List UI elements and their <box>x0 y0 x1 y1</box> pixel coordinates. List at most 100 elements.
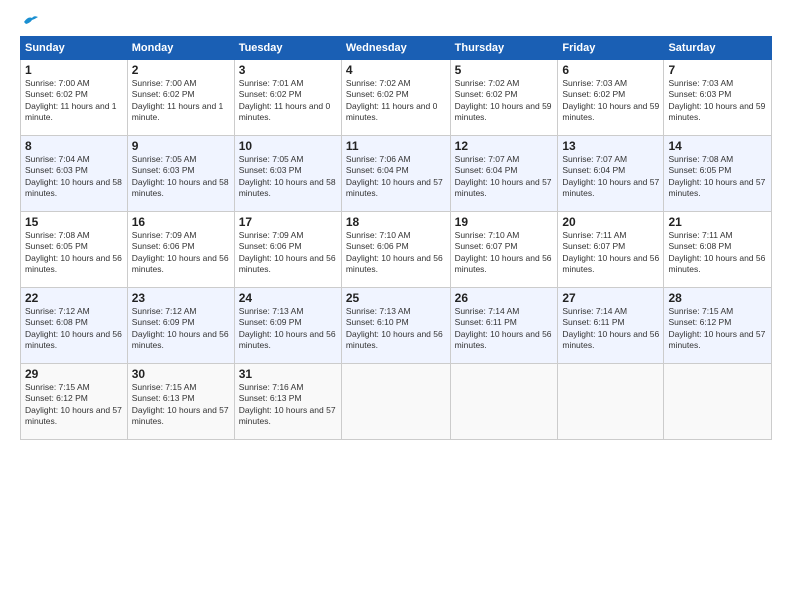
table-row: 8 Sunrise: 7:04 AM Sunset: 6:03 PM Dayli… <box>21 136 128 212</box>
day-number: 16 <box>132 215 230 229</box>
table-row: 9 Sunrise: 7:05 AM Sunset: 6:03 PM Dayli… <box>127 136 234 212</box>
day-number: 18 <box>346 215 446 229</box>
day-number: 14 <box>668 139 767 153</box>
day-number: 22 <box>25 291 123 305</box>
day-number: 4 <box>346 63 446 77</box>
table-row: 10 Sunrise: 7:05 AM Sunset: 6:03 PM Dayl… <box>234 136 341 212</box>
calendar-week-row: 22 Sunrise: 7:12 AM Sunset: 6:08 PM Dayl… <box>21 288 772 364</box>
day-number: 30 <box>132 367 230 381</box>
calendar-table: Sunday Monday Tuesday Wednesday Thursday… <box>20 36 772 440</box>
table-row: 14 Sunrise: 7:08 AM Sunset: 6:05 PM Dayl… <box>664 136 772 212</box>
table-row: 20 Sunrise: 7:11 AM Sunset: 6:07 PM Dayl… <box>558 212 664 288</box>
table-row <box>341 364 450 440</box>
day-info: Sunrise: 7:05 AM Sunset: 6:03 PM Dayligh… <box>132 154 230 200</box>
day-info: Sunrise: 7:00 AM Sunset: 6:02 PM Dayligh… <box>25 78 123 124</box>
day-number: 2 <box>132 63 230 77</box>
table-row: 18 Sunrise: 7:10 AM Sunset: 6:06 PM Dayl… <box>341 212 450 288</box>
table-row: 11 Sunrise: 7:06 AM Sunset: 6:04 PM Dayl… <box>341 136 450 212</box>
logo <box>20 16 40 28</box>
day-info: Sunrise: 7:15 AM Sunset: 6:12 PM Dayligh… <box>25 382 123 428</box>
day-info: Sunrise: 7:11 AM Sunset: 6:08 PM Dayligh… <box>668 230 767 276</box>
day-info: Sunrise: 7:11 AM Sunset: 6:07 PM Dayligh… <box>562 230 659 276</box>
day-number: 29 <box>25 367 123 381</box>
day-number: 23 <box>132 291 230 305</box>
calendar-week-row: 8 Sunrise: 7:04 AM Sunset: 6:03 PM Dayli… <box>21 136 772 212</box>
header-sunday: Sunday <box>21 37 128 60</box>
table-row: 15 Sunrise: 7:08 AM Sunset: 6:05 PM Dayl… <box>21 212 128 288</box>
day-number: 27 <box>562 291 659 305</box>
header <box>20 16 772 28</box>
table-row <box>450 364 558 440</box>
day-number: 11 <box>346 139 446 153</box>
day-number: 21 <box>668 215 767 229</box>
header-saturday: Saturday <box>664 37 772 60</box>
table-row: 25 Sunrise: 7:13 AM Sunset: 6:10 PM Dayl… <box>341 288 450 364</box>
table-row: 4 Sunrise: 7:02 AM Sunset: 6:02 PM Dayli… <box>341 60 450 136</box>
day-number: 28 <box>668 291 767 305</box>
day-number: 25 <box>346 291 446 305</box>
header-wednesday: Wednesday <box>341 37 450 60</box>
table-row: 22 Sunrise: 7:12 AM Sunset: 6:08 PM Dayl… <box>21 288 128 364</box>
day-info: Sunrise: 7:13 AM Sunset: 6:10 PM Dayligh… <box>346 306 446 352</box>
day-info: Sunrise: 7:12 AM Sunset: 6:08 PM Dayligh… <box>25 306 123 352</box>
day-info: Sunrise: 7:14 AM Sunset: 6:11 PM Dayligh… <box>455 306 554 352</box>
table-row: 29 Sunrise: 7:15 AM Sunset: 6:12 PM Dayl… <box>21 364 128 440</box>
day-number: 19 <box>455 215 554 229</box>
day-info: Sunrise: 7:15 AM Sunset: 6:12 PM Dayligh… <box>668 306 767 352</box>
table-row: 5 Sunrise: 7:02 AM Sunset: 6:02 PM Dayli… <box>450 60 558 136</box>
day-number: 24 <box>239 291 337 305</box>
day-info: Sunrise: 7:07 AM Sunset: 6:04 PM Dayligh… <box>455 154 554 200</box>
day-info: Sunrise: 7:13 AM Sunset: 6:09 PM Dayligh… <box>239 306 337 352</box>
day-info: Sunrise: 7:12 AM Sunset: 6:09 PM Dayligh… <box>132 306 230 352</box>
day-info: Sunrise: 7:01 AM Sunset: 6:02 PM Dayligh… <box>239 78 337 124</box>
day-number: 5 <box>455 63 554 77</box>
table-row: 2 Sunrise: 7:00 AM Sunset: 6:02 PM Dayli… <box>127 60 234 136</box>
day-info: Sunrise: 7:09 AM Sunset: 6:06 PM Dayligh… <box>132 230 230 276</box>
table-row: 12 Sunrise: 7:07 AM Sunset: 6:04 PM Dayl… <box>450 136 558 212</box>
day-number: 20 <box>562 215 659 229</box>
day-info: Sunrise: 7:07 AM Sunset: 6:04 PM Dayligh… <box>562 154 659 200</box>
calendar-week-row: 15 Sunrise: 7:08 AM Sunset: 6:05 PM Dayl… <box>21 212 772 288</box>
table-row: 7 Sunrise: 7:03 AM Sunset: 6:03 PM Dayli… <box>664 60 772 136</box>
day-info: Sunrise: 7:06 AM Sunset: 6:04 PM Dayligh… <box>346 154 446 200</box>
day-info: Sunrise: 7:10 AM Sunset: 6:07 PM Dayligh… <box>455 230 554 276</box>
calendar-week-row: 29 Sunrise: 7:15 AM Sunset: 6:12 PM Dayl… <box>21 364 772 440</box>
table-row: 19 Sunrise: 7:10 AM Sunset: 6:07 PM Dayl… <box>450 212 558 288</box>
table-row <box>664 364 772 440</box>
table-row: 13 Sunrise: 7:07 AM Sunset: 6:04 PM Dayl… <box>558 136 664 212</box>
day-info: Sunrise: 7:05 AM Sunset: 6:03 PM Dayligh… <box>239 154 337 200</box>
day-number: 8 <box>25 139 123 153</box>
day-number: 17 <box>239 215 337 229</box>
weekday-header-row: Sunday Monday Tuesday Wednesday Thursday… <box>21 37 772 60</box>
day-info: Sunrise: 7:10 AM Sunset: 6:06 PM Dayligh… <box>346 230 446 276</box>
day-info: Sunrise: 7:09 AM Sunset: 6:06 PM Dayligh… <box>239 230 337 276</box>
day-info: Sunrise: 7:16 AM Sunset: 6:13 PM Dayligh… <box>239 382 337 428</box>
day-info: Sunrise: 7:04 AM Sunset: 6:03 PM Dayligh… <box>25 154 123 200</box>
day-number: 1 <box>25 63 123 77</box>
day-info: Sunrise: 7:03 AM Sunset: 6:02 PM Dayligh… <box>562 78 659 124</box>
day-info: Sunrise: 7:15 AM Sunset: 6:13 PM Dayligh… <box>132 382 230 428</box>
table-row: 26 Sunrise: 7:14 AM Sunset: 6:11 PM Dayl… <box>450 288 558 364</box>
table-row: 16 Sunrise: 7:09 AM Sunset: 6:06 PM Dayl… <box>127 212 234 288</box>
day-number: 6 <box>562 63 659 77</box>
table-row: 30 Sunrise: 7:15 AM Sunset: 6:13 PM Dayl… <box>127 364 234 440</box>
table-row: 1 Sunrise: 7:00 AM Sunset: 6:02 PM Dayli… <box>21 60 128 136</box>
table-row: 17 Sunrise: 7:09 AM Sunset: 6:06 PM Dayl… <box>234 212 341 288</box>
table-row: 6 Sunrise: 7:03 AM Sunset: 6:02 PM Dayli… <box>558 60 664 136</box>
day-number: 31 <box>239 367 337 381</box>
header-thursday: Thursday <box>450 37 558 60</box>
calendar-week-row: 1 Sunrise: 7:00 AM Sunset: 6:02 PM Dayli… <box>21 60 772 136</box>
header-friday: Friday <box>558 37 664 60</box>
table-row: 28 Sunrise: 7:15 AM Sunset: 6:12 PM Dayl… <box>664 288 772 364</box>
day-number: 9 <box>132 139 230 153</box>
table-row: 23 Sunrise: 7:12 AM Sunset: 6:09 PM Dayl… <box>127 288 234 364</box>
day-number: 3 <box>239 63 337 77</box>
header-tuesday: Tuesday <box>234 37 341 60</box>
day-number: 12 <box>455 139 554 153</box>
page: Sunday Monday Tuesday Wednesday Thursday… <box>0 0 792 450</box>
day-info: Sunrise: 7:00 AM Sunset: 6:02 PM Dayligh… <box>132 78 230 124</box>
table-row: 31 Sunrise: 7:16 AM Sunset: 6:13 PM Dayl… <box>234 364 341 440</box>
table-row: 21 Sunrise: 7:11 AM Sunset: 6:08 PM Dayl… <box>664 212 772 288</box>
day-info: Sunrise: 7:14 AM Sunset: 6:11 PM Dayligh… <box>562 306 659 352</box>
table-row <box>558 364 664 440</box>
